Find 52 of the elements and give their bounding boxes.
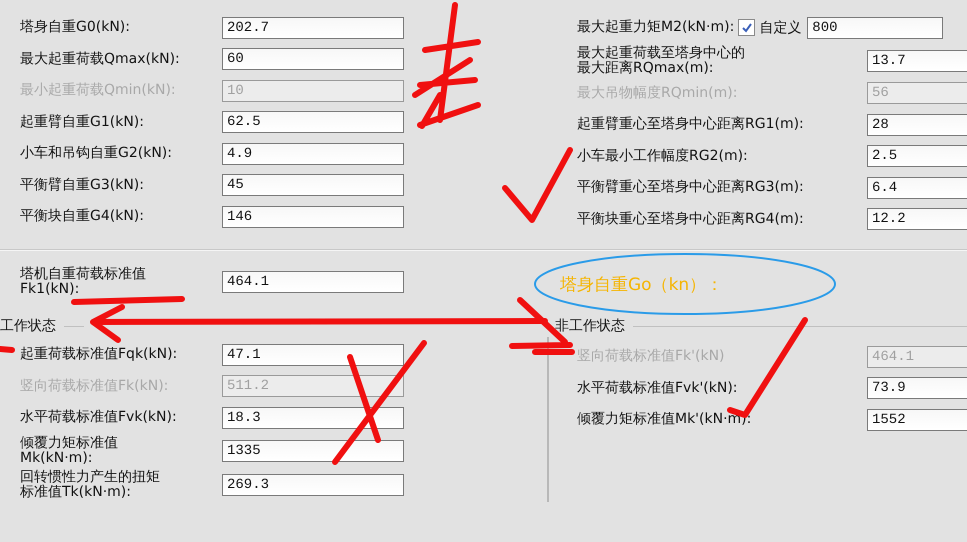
annotation-text: 塔身自重Go（kn）： (560, 274, 724, 296)
input-field[interactable]: 146 (222, 206, 404, 228)
field-label: 水平荷载标准值Fvk'(kN): (577, 380, 738, 396)
input-field[interactable]: 18.3 (222, 406, 404, 429)
field-label: 标准值Tk(kN·m): (20, 484, 131, 500)
input-field[interactable]: 800 (807, 16, 944, 39)
input-field[interactable]: 464.1 (222, 271, 404, 293)
field-label: 竖向荷载标准值Fk(kN): (20, 378, 168, 394)
field-label: 起重臂重心至塔身中心距离RG1(m): (577, 117, 804, 132)
input-field[interactable]: 47.1 (222, 344, 404, 366)
field-label: 竖向荷载标准值Fk'(kN) (577, 349, 725, 364)
field-label: 小车和吊钩自重G2(kN): (20, 146, 172, 162)
field-label: Mk(kN·m): (20, 450, 92, 466)
input-field[interactable]: 62.5 (222, 111, 404, 134)
group-title: 非工作状态 (555, 317, 625, 335)
field-label: 最大起重荷载Qmax(kN): (20, 52, 180, 67)
field-label: Fk1(kN): (20, 282, 80, 297)
group-title: 工作状态 (0, 317, 56, 335)
checkbox[interactable] (738, 19, 756, 36)
field-label: 倾覆力矩标准值 (20, 436, 118, 450)
field-label: 最大吊物幅度RQmin(m): (577, 86, 738, 101)
input-field[interactable]: 4.9 (222, 142, 404, 165)
input-field[interactable]: 12.2 (867, 208, 967, 230)
field-label: 塔机自重荷载标准值 (20, 267, 146, 282)
input-field[interactable]: 269.3 (222, 474, 404, 496)
field-label: 回转惯性力产生的扭矩 (20, 470, 160, 484)
field-label: 平衡块自重G4(kN): (20, 209, 144, 224)
input-field[interactable]: 13.7 (867, 50, 967, 72)
field-label: 起重臂自重G1(kN): (20, 114, 144, 130)
field-label: 最大起重力矩M2(kN·m): (577, 20, 734, 36)
input-field[interactable]: 1552 (867, 408, 967, 431)
field-label: 水平荷载标准值Fvk(kN): (20, 410, 177, 426)
field-label: 最大距离RQmax(m): (577, 60, 714, 76)
field-label: 小车最小工作幅度RG2(m): (577, 148, 748, 164)
input-field[interactable]: 28 (867, 114, 967, 136)
input-field[interactable]: 73.9 (867, 377, 967, 400)
input-field[interactable]: 6.4 (867, 176, 967, 199)
input-field[interactable]: 60 (222, 48, 404, 70)
field-label: 平衡臂自重G3(kN): (20, 178, 144, 193)
field-label: 平衡块重心至塔身中心距离RG4(m): (577, 212, 804, 227)
field-label: 平衡臂重心至塔身中心距离RG3(m): (577, 180, 804, 196)
input-field[interactable]: 202.7 (222, 16, 404, 39)
input-field[interactable]: 2.5 (867, 145, 967, 168)
checkbox-label: 自定义 (759, 18, 802, 37)
field-label: 起重荷载标准值Fqk(kN): (20, 347, 178, 362)
input-field[interactable]: 1335 (222, 440, 404, 462)
field-label: 倾覆力矩标准值Mk'(kN·m): (577, 412, 752, 428)
field-label: 塔身自重G0(kN): (20, 20, 130, 36)
checkmark-icon (740, 22, 753, 34)
field-label: 最大起重荷载至塔身中心的 (577, 46, 745, 60)
field-label: 最小起重荷载Qmin(kN): (20, 83, 176, 98)
input-field[interactable]: 45 (222, 174, 404, 196)
